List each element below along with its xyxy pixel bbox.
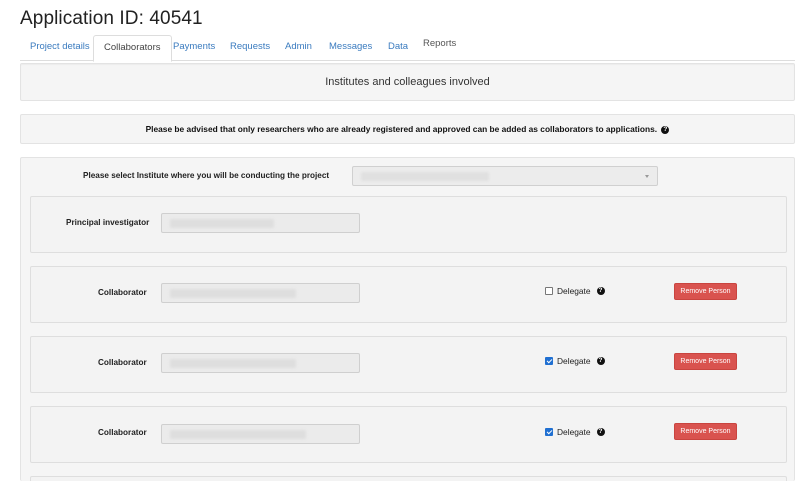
- collaborator-field[interactable]: [161, 353, 360, 373]
- tab-collaborators[interactable]: Collaborators: [93, 35, 172, 62]
- notice-text-line: Please be advised that only researchers …: [21, 115, 794, 143]
- remove-person-button[interactable]: Remove Person: [674, 283, 737, 300]
- notice-text: Please be advised that only researchers …: [145, 124, 658, 134]
- tab-admin[interactable]: Admin: [275, 35, 322, 61]
- collaborator-value: [170, 359, 296, 368]
- delegate-option[interactable]: Delegate ?: [545, 427, 605, 437]
- collaborator-card-partial: [30, 476, 787, 481]
- delegate-checkbox[interactable]: [545, 357, 553, 365]
- page-title: Application ID: 40541: [20, 8, 203, 29]
- institute-select[interactable]: [352, 166, 658, 186]
- tab-bar: Project details Collaborators Payments R…: [20, 35, 795, 62]
- delegate-checkbox[interactable]: [545, 428, 553, 436]
- tab-payments[interactable]: Payments: [163, 35, 225, 61]
- delegate-option[interactable]: Delegate ?: [545, 356, 605, 366]
- collaborator-label: Collaborator: [98, 288, 147, 297]
- section-title: Institutes and colleagues involved: [325, 76, 490, 88]
- delegate-option[interactable]: Delegate ?: [545, 286, 605, 296]
- remove-person-button[interactable]: Remove Person: [674, 423, 737, 440]
- question-circle-icon[interactable]: ?: [596, 428, 605, 436]
- tab-requests[interactable]: Requests: [220, 35, 280, 61]
- institute-select-value: [361, 172, 489, 181]
- tab-reports[interactable]: Reports: [413, 35, 466, 61]
- remove-person-button[interactable]: Remove Person: [674, 353, 737, 370]
- principal-investigator-card: Principal investigator: [30, 196, 787, 253]
- principal-investigator-value: [170, 219, 274, 228]
- question-circle-icon[interactable]: ?: [661, 126, 670, 134]
- principal-investigator-field[interactable]: [161, 213, 360, 233]
- principal-investigator-label: Principal investigator: [66, 218, 150, 227]
- question-circle-icon[interactable]: ?: [596, 357, 605, 365]
- caret-down-icon: [645, 175, 649, 178]
- delegate-checkbox[interactable]: [545, 287, 553, 295]
- tab-messages[interactable]: Messages: [319, 35, 382, 61]
- collaborator-value: [170, 430, 306, 439]
- collaborator-value: [170, 289, 296, 298]
- institute-label: Please select Institute where you will b…: [83, 171, 330, 180]
- collaborator-label: Collaborator: [98, 428, 147, 437]
- section-header: Institutes and colleagues involved: [20, 63, 795, 101]
- collaborator-field[interactable]: [161, 283, 360, 303]
- notice-panel: Please be advised that only researchers …: [20, 114, 795, 144]
- tab-project-details[interactable]: Project details: [20, 35, 100, 61]
- delegate-label: Delegate: [557, 286, 591, 296]
- delegate-label: Delegate: [557, 427, 591, 437]
- collaborator-field[interactable]: [161, 424, 360, 444]
- delegate-label: Delegate: [557, 356, 591, 366]
- collaborator-label: Collaborator: [98, 358, 147, 367]
- question-circle-icon[interactable]: ?: [596, 287, 605, 295]
